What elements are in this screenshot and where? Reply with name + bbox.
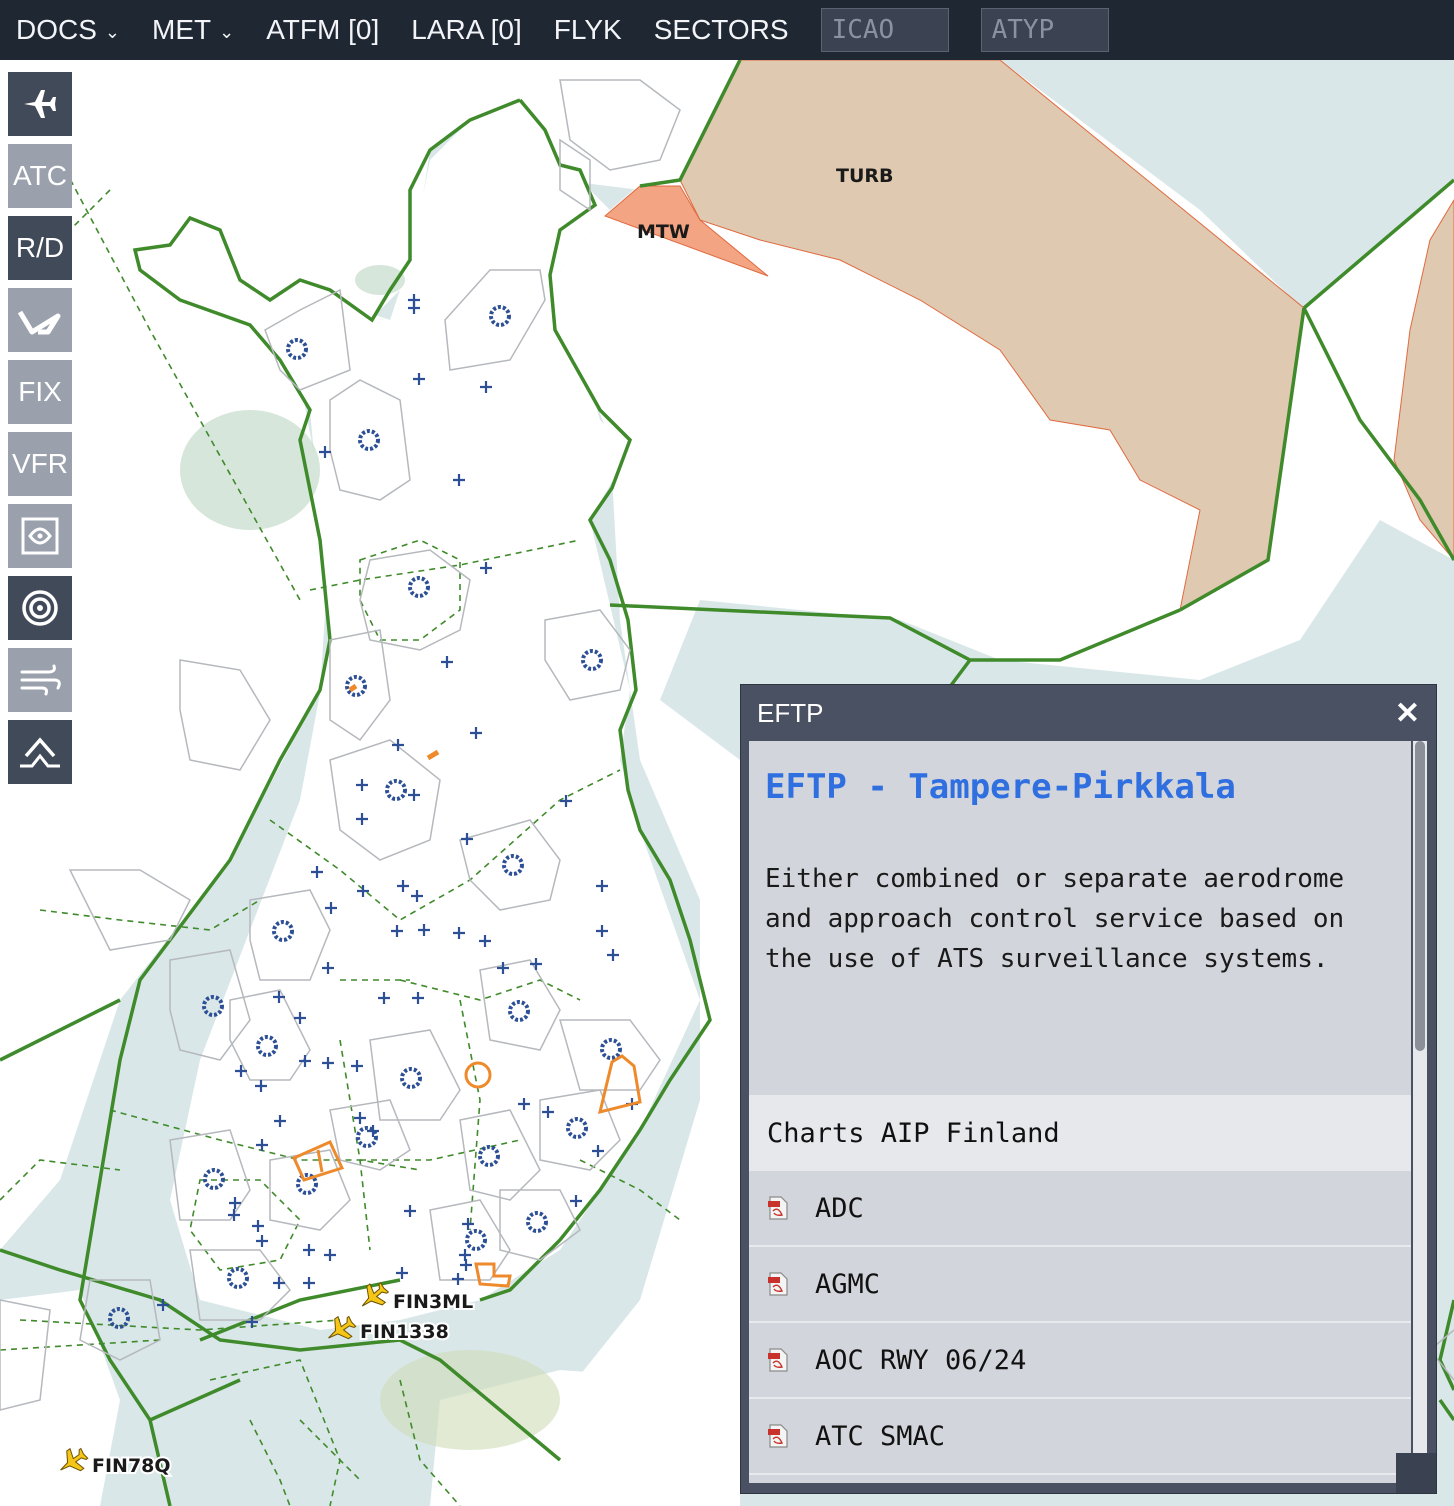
atyp-input[interactable] [980, 8, 1109, 52]
chart-list: ADC AGMC AOC RWY 06/24 ATC SMAC RNAV SID RWY… [749, 1171, 1411, 1483]
aerodrome-description: Either combined or separate aerodrome an… [765, 864, 1345, 974]
top-menu-bar: DOCS ⌄ MET ⌄ ATFM [0] LARA [0] FLYK SECTOR… [0, 0, 1454, 60]
menu-lara[interactable]: LARA [0] [411, 14, 522, 46]
menu-met[interactable]: MET ⌄ [152, 14, 234, 46]
aircraft-layer-button[interactable] [8, 72, 72, 136]
airways-layer-button[interactable] [8, 288, 72, 352]
rd-layer-button[interactable]: R/D [8, 216, 72, 280]
pdf-file-icon [768, 1196, 788, 1220]
terrain-patch [180, 410, 320, 530]
vfr-layer-button[interactable]: VFR [8, 432, 72, 496]
pdf-file-icon [768, 1424, 788, 1448]
chart-label: ADC [815, 1192, 864, 1224]
panel-header: EFTP ✕ [741, 685, 1436, 741]
charts-section-header: Charts AIP Finland [749, 1095, 1411, 1171]
chart-link[interactable]: AOC RWY 06/24 [749, 1323, 1411, 1399]
mtw-label: MTW [637, 221, 690, 243]
wind-layer-button[interactable] [8, 648, 72, 712]
chevron-down-icon: ⌄ [104, 21, 120, 42]
pdf-file-icon [768, 1348, 788, 1372]
pdf-file-icon [768, 1272, 788, 1296]
callsign-label: FIN78Q [92, 1455, 171, 1477]
chart-label: AOC RWY 06/24 [815, 1344, 1027, 1376]
radar-target-icon [22, 590, 58, 626]
close-icon[interactable]: ✕ [1395, 696, 1420, 731]
wind-icon [20, 664, 61, 696]
layer-toolbar: ATC R/D FIX VFR [8, 72, 72, 792]
icao-input[interactable] [820, 8, 949, 52]
scrollbar-thumb[interactable] [1415, 741, 1425, 1051]
menu-atfm[interactable]: ATFM [0] [266, 14, 379, 46]
chart-link[interactable]: ADC [749, 1171, 1411, 1247]
turb-label: TURB [836, 165, 894, 187]
atc-layer-button[interactable]: ATC [8, 144, 72, 208]
terrain-icon [20, 737, 60, 768]
airway-icon [18, 310, 61, 335]
panel-header-title: EFTP [757, 697, 824, 728]
fix-layer-button[interactable]: FIX [8, 360, 72, 424]
menu-docs-label: DOCS [16, 14, 97, 45]
aerodrome-info-panel: EFTP ✕ EFTP - Tampere-Pirkkala Either co… [740, 684, 1437, 1494]
panel-content[interactable]: EFTP - Tampere-Pirkkala Either combined … [749, 741, 1411, 1483]
chart-link[interactable]: AGMC [749, 1247, 1411, 1323]
menu-flyk[interactable]: FLYK [554, 14, 622, 46]
chevron-down-icon: ⌄ [219, 21, 235, 42]
airspace-frame-icon [21, 517, 59, 555]
airspace-layer-button[interactable] [8, 504, 72, 568]
resize-handle[interactable] [1396, 1453, 1436, 1493]
callsign-label: FIN1338 [360, 1321, 449, 1343]
chart-link[interactable]: ATC SMAC [749, 1399, 1411, 1475]
terrain-patch [380, 1350, 560, 1450]
panel-scrollbar[interactable] [1413, 741, 1427, 1483]
chart-link[interactable]: RNAV SID RWY 06 [749, 1475, 1411, 1483]
callsign-label: FIN3ML [393, 1291, 473, 1313]
menu-met-label: MET [152, 14, 212, 45]
chart-label: AGMC [815, 1268, 881, 1300]
menu-sectors[interactable]: SECTORS [654, 14, 789, 46]
radar-layer-button[interactable] [8, 576, 72, 640]
aerodrome-title: EFTP - Tampere-Pirkkala [765, 767, 1236, 807]
airplane-icon [24, 90, 56, 118]
menu-docs[interactable]: DOCS ⌄ [16, 14, 120, 46]
terrain-layer-button[interactable] [8, 720, 72, 784]
chart-label: ATC SMAC [815, 1420, 946, 1452]
